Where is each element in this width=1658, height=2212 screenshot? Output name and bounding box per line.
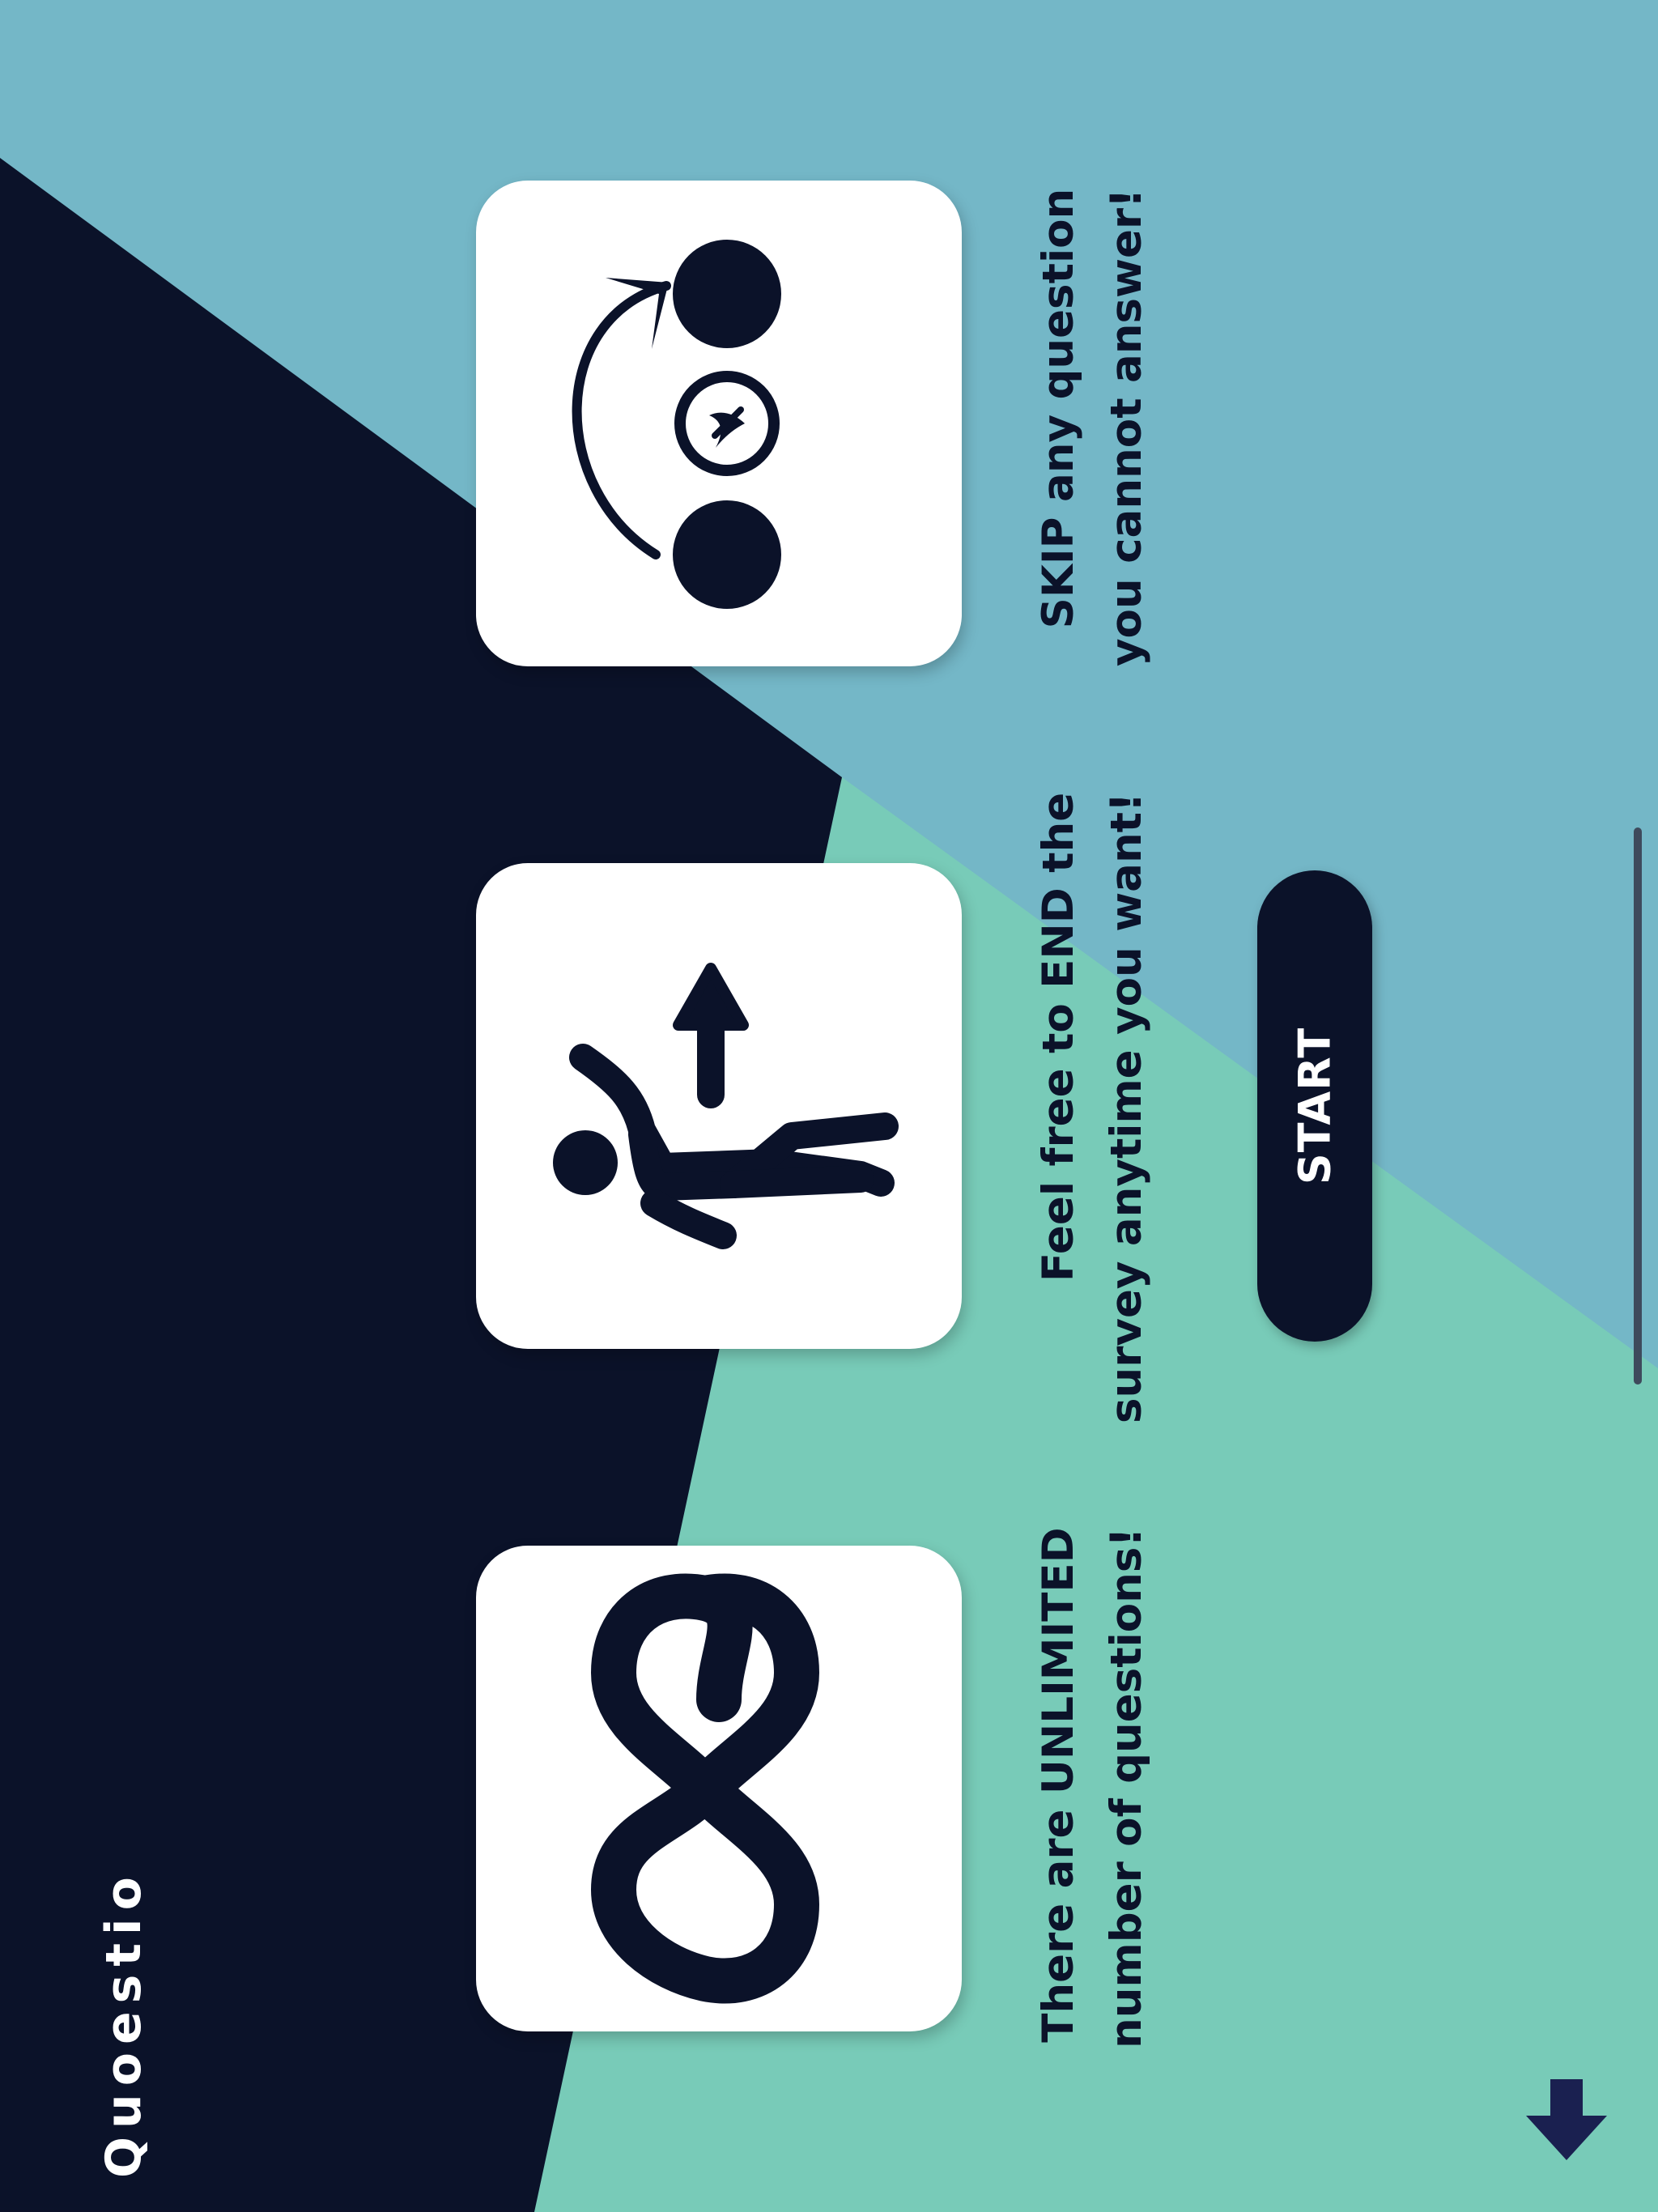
scrollbar[interactable] xyxy=(1634,827,1642,1385)
end-caption-line-2: survey anytime you want! xyxy=(1102,792,1151,1423)
down-arrow-icon[interactable] xyxy=(1526,2079,1607,2164)
skip-icon xyxy=(572,240,781,609)
start-button-label: START xyxy=(1289,1027,1341,1185)
end-survey-card xyxy=(476,863,962,1349)
app-logo: Quoestio xyxy=(96,1869,152,2178)
end-caption-line-1: Feel free to END the xyxy=(1034,792,1083,1283)
skip-caption-line-2: you cannot answer! xyxy=(1102,188,1151,666)
skip-caption: SKIP any question you cannot answer! xyxy=(1025,189,1161,666)
unlimited-card xyxy=(476,1546,962,2031)
exit-person-icon xyxy=(553,963,899,1249)
unlimited-caption-line-1: There are UNLIMITED xyxy=(1034,1527,1083,2043)
onboarding-screen: SKIP any question you cannot answer! Fee… xyxy=(0,0,1658,2212)
start-button[interactable]: START xyxy=(1257,870,1372,1342)
skip-caption-line-1: SKIP any question xyxy=(1034,188,1083,629)
unlimited-caption: There are UNLIMITED number of questions! xyxy=(1025,1527,1161,2048)
unlimited-caption-line-2: number of questions! xyxy=(1102,1527,1151,2048)
skip-card xyxy=(476,181,962,666)
end-caption: Feel free to END the survey anytime you … xyxy=(1025,793,1161,1423)
infinity-icon xyxy=(591,1573,819,2004)
